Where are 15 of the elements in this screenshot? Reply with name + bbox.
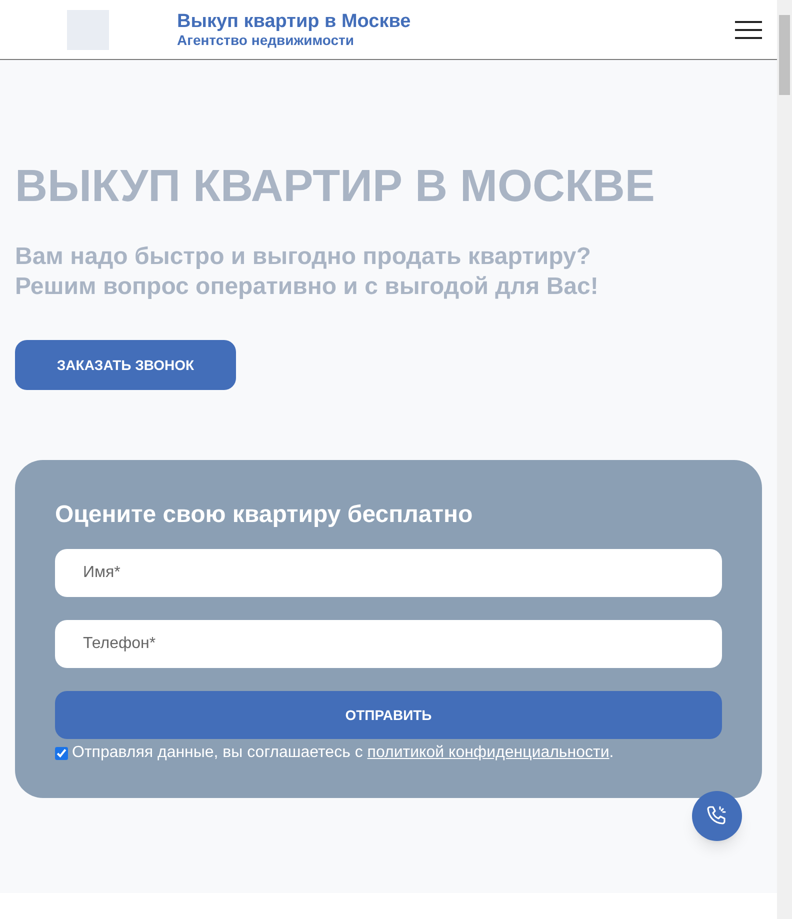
input-field[interactable]: Телефон*	[55, 620, 722, 668]
form-title: Оцените свою квартиру бесплатно	[55, 500, 474, 530]
hero-heading: ВЫКУП КВАРТИР В МОСКВЕ	[15, 163, 656, 208]
site-title: Выкуп квартир в Москве	[177, 12, 411, 31]
order-call-button[interactable]: ЗАКАЗАТЬ ЗВОНОК	[15, 340, 236, 390]
scrollbar[interactable]	[777, 0, 792, 919]
menu-icon[interactable]	[735, 20, 762, 38]
privacy-policy-link[interactable]: политикой конфиденциальности	[367, 744, 610, 761]
submit-button[interactable]: ОТПРАВИТЬ	[55, 691, 722, 739]
site-subtitle: Агентство недвижимости	[177, 33, 356, 47]
consent-text: Отправляя данные, вы соглашаетесь с политикой конфиденциальности.	[72, 743, 614, 763]
consent-checkbox[interactable]	[55, 746, 68, 760]
hero-subtitle: Вам надо быстро и выгодно продать квартиру? Решим вопрос оперативно и с выгодой для Вас!	[15, 242, 600, 302]
call-button[interactable]	[692, 791, 742, 841]
input-field[interactable]: Имя*	[55, 549, 722, 597]
